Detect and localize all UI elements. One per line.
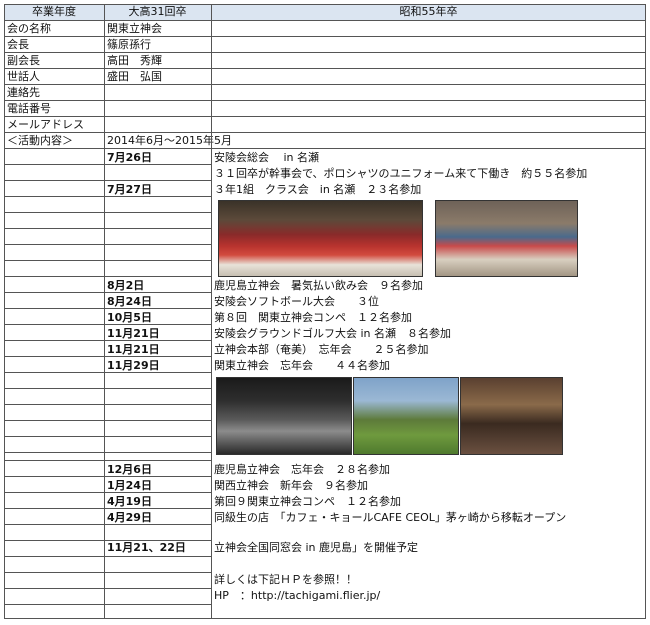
event-text: 安陵会総会 in 名瀬: [214, 151, 320, 164]
event-date: 12月6日: [107, 463, 152, 476]
grid-line: [4, 132, 646, 133]
golf-group-photo: [353, 377, 459, 455]
grid-line: [4, 556, 211, 557]
grid-line: [4, 324, 211, 325]
grid-line: [4, 618, 646, 619]
info-value-organizer: 盛田 弘国: [107, 70, 162, 83]
header-class-label: 大高31回卒: [128, 5, 187, 18]
info-label-vice-president: 副会長: [7, 54, 40, 67]
grid-line: [4, 292, 211, 293]
grid-line: [4, 460, 211, 461]
activity-period: 2014年6月〜2015年5月: [107, 134, 232, 147]
event-text: 同級生の店 「カフェ・キョールCAFE CEOL」茅ヶ崎から移転オープン: [214, 511, 567, 524]
grid-line: [4, 228, 211, 229]
grid-line: [4, 476, 211, 477]
grid-line: [4, 588, 211, 589]
grid-line: [4, 180, 211, 181]
bar-gathering-photo: [460, 377, 563, 455]
grid-line: [4, 196, 211, 197]
grid-line: [4, 492, 211, 493]
grid-line: [4, 212, 211, 213]
event-text: 鹿児島立神会 忘年会 ２８名参加: [214, 463, 390, 476]
event-date: 8月24日: [107, 295, 152, 308]
event-date: 1月24日: [107, 479, 152, 492]
homepage-link[interactable]: HP ：http://tachigami.flier.jp/: [214, 588, 380, 603]
grid-line: [4, 372, 211, 373]
event-text: 第回９関東立神会コンペ １２名参加: [214, 495, 401, 508]
event-date: 4月29日: [107, 511, 152, 524]
grid-line: [4, 4, 646, 5]
header-year-label: 卒業年度: [32, 5, 76, 18]
class-reunion-photo-2: [435, 200, 578, 277]
grid-line: [4, 572, 211, 573]
event-date: 7月26日: [107, 151, 152, 164]
info-label-association-name: 会の名称: [7, 22, 51, 35]
grid-line: [4, 164, 211, 165]
grid-line: [4, 452, 211, 453]
grid-line: [4, 420, 211, 421]
event-text: 関東立神会 忘年会 ４４名参加: [214, 359, 390, 372]
event-text: 立神会全国同窓会 in 鹿児島」を開催予定: [214, 541, 419, 554]
year-end-party-photo: [216, 377, 352, 455]
info-value-association-name: 関東立神会: [107, 22, 162, 35]
grid-line: [4, 508, 211, 509]
event-date: 8月2日: [107, 279, 145, 292]
grid-line: [211, 4, 212, 619]
event-date: 7月27日: [107, 183, 152, 196]
event-date: 11月21日: [107, 343, 160, 356]
event-date: 4月19日: [107, 495, 152, 508]
grid-line: [4, 4, 5, 619]
grid-line: [4, 20, 646, 21]
grid-line: [4, 604, 211, 605]
info-label-contact: 連絡先: [7, 86, 40, 99]
grid-line: [4, 52, 646, 53]
header-era-label: 昭和55年卒: [399, 5, 458, 18]
grid-line: [4, 36, 646, 37]
grid-line: [4, 68, 646, 69]
event-text: 関西立神会 新年会 ９名参加: [214, 479, 368, 492]
grid-line: [4, 356, 211, 357]
grid-line: [4, 276, 211, 277]
grid-line: [4, 388, 211, 389]
event-text: 第８回 関東立神会コンペ １２名参加: [214, 311, 412, 324]
grid-line: [4, 340, 211, 341]
grid-line: [4, 436, 211, 437]
info-label-president: 会長: [7, 38, 29, 51]
activity-label: ＜活動内容＞: [7, 134, 73, 147]
grid-line: [4, 116, 646, 117]
event-text: ３１回卒が幹事会で、ポロシャツのユニフォーム来て下働き 約５５名参加: [214, 167, 588, 180]
footer-note: 詳しくは下記ＨＰを参照！！: [214, 573, 357, 586]
event-date: 11月29日: [107, 359, 160, 372]
event-text: 鹿児島立神会 暑気払い飲み会 ９名参加: [214, 279, 423, 292]
info-value-vice-president: 高田 秀輝: [107, 54, 162, 67]
event-date: 11月21日: [107, 327, 160, 340]
event-date: 10月5日: [107, 311, 152, 324]
event-text: 安陵会グラウンドゴルフ大会 in 名瀬 ８名参加: [214, 327, 452, 340]
event-text: 立神会本部（奄美） 忘年会 ２５名参加: [214, 343, 429, 356]
grid-line: [4, 100, 646, 101]
info-label-organizer: 世話人: [7, 70, 40, 83]
grid-line: [4, 244, 211, 245]
event-date: 11月21、22日: [107, 541, 186, 554]
grid-line: [4, 260, 211, 261]
grid-line: [4, 84, 646, 85]
info-label-phone: 電話番号: [7, 102, 51, 115]
grid-line: [4, 524, 211, 525]
event-text: ３年1組 クラス会 in 名瀬 ２３名参加: [214, 183, 422, 196]
grid-line: [4, 308, 211, 309]
event-text: 安陵会ソフトボール大会 ３位: [214, 295, 379, 308]
grid-line: [4, 148, 646, 149]
grid-line: [645, 4, 646, 619]
class-reunion-photo-1: [218, 200, 423, 277]
grid-line: [4, 540, 211, 541]
info-value-president: 篠原孫行: [107, 38, 151, 51]
grid-line: [4, 404, 211, 405]
grid-line: [104, 4, 105, 619]
info-label-email: メールアドレス: [7, 118, 84, 131]
alumni-sheet: 卒業年度 大高31回卒 昭和55年卒 会の名称 関東立神会 会長 篠原孫行 副会…: [4, 4, 646, 619]
